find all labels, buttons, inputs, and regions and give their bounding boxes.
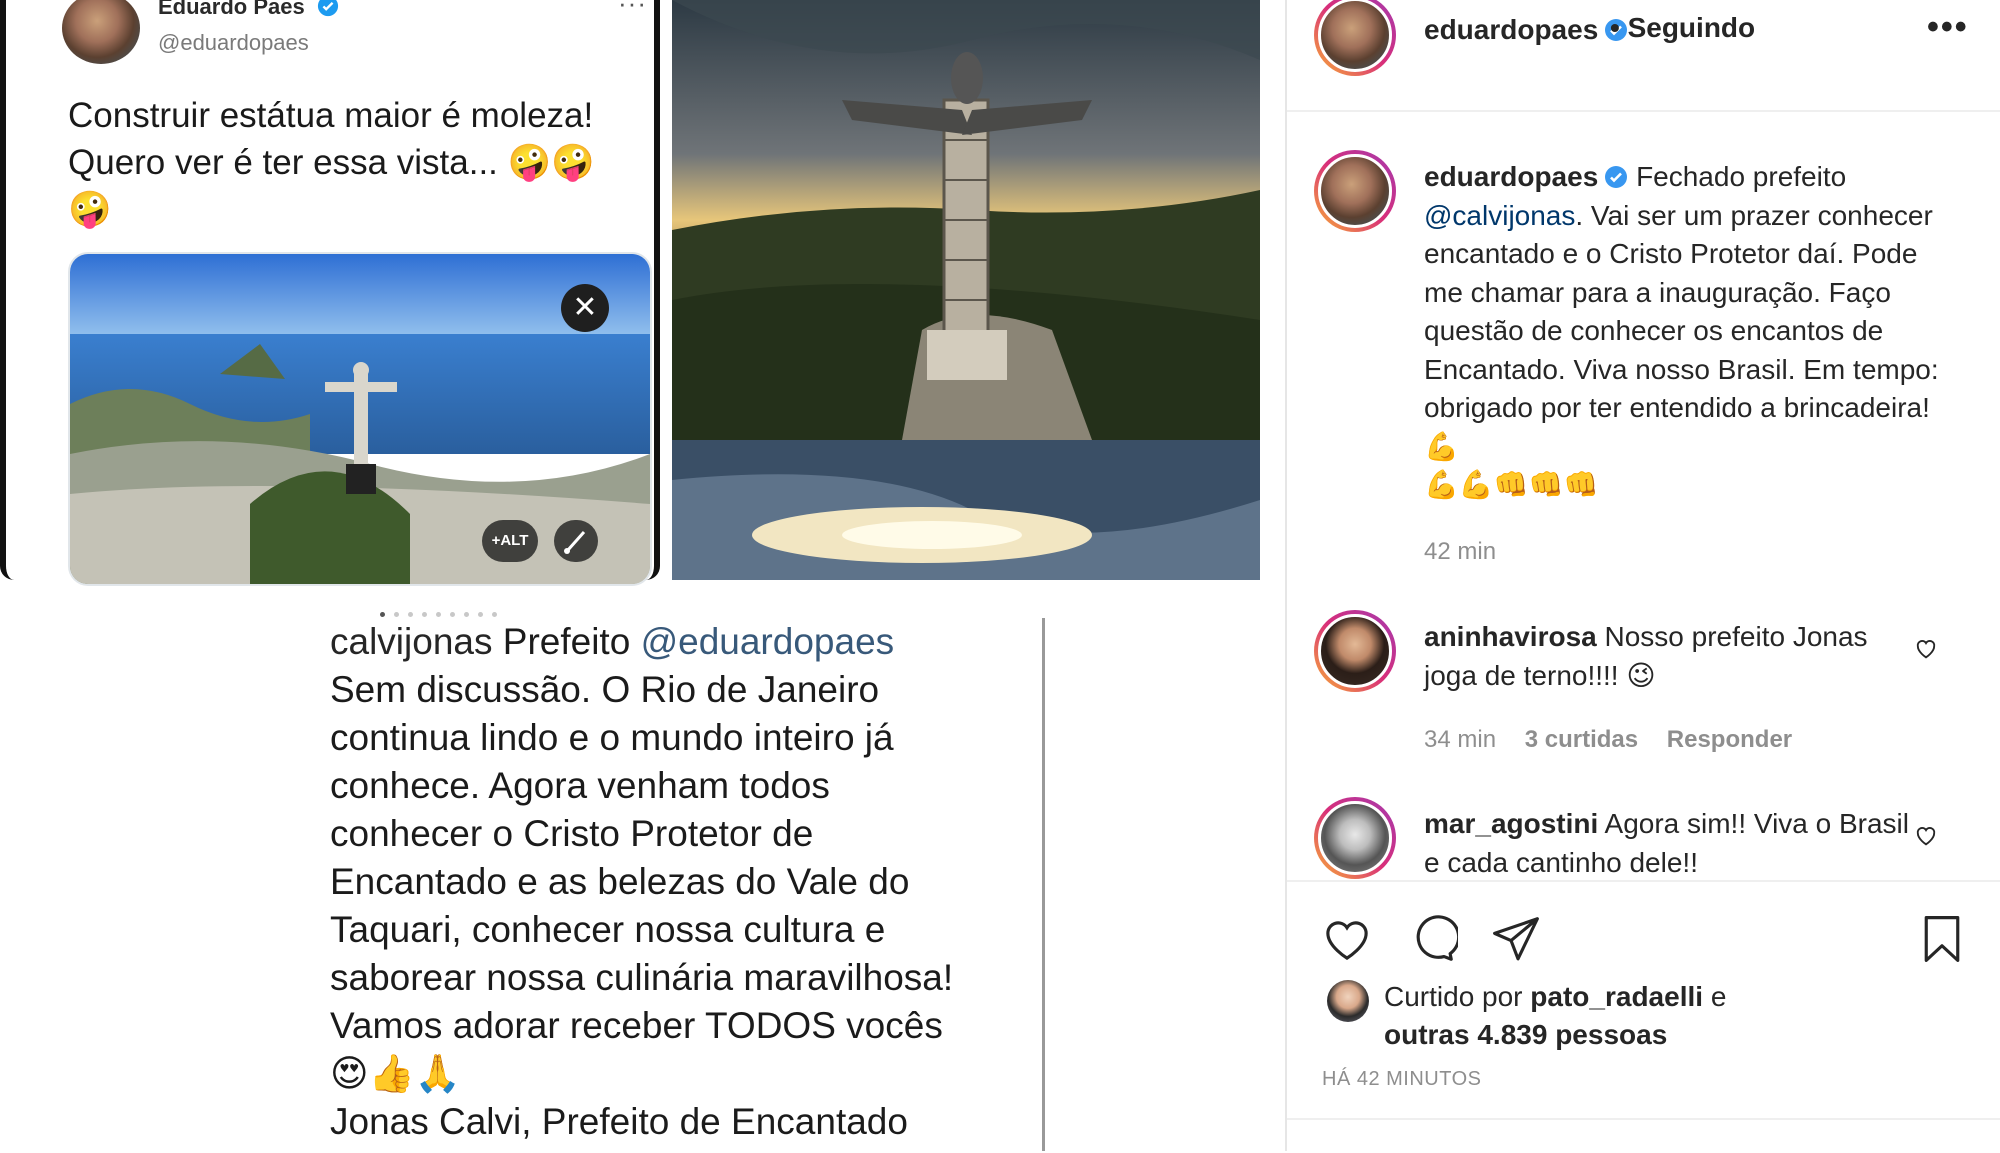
header-avatar[interactable]	[1314, 0, 1396, 76]
liker-username[interactable]: pato_radaelli	[1530, 981, 1703, 1012]
comment-text: mar_agostini Agora sim!! Viva o Brasil e…	[1424, 805, 1924, 880]
divider	[1287, 1118, 2000, 1120]
screenshot-line: Taquari, conhecer nossa cultura e	[330, 909, 886, 950]
more-icon: ···	[618, 0, 647, 18]
likes-count-link[interactable]: outras 4.839 pessoas	[1384, 1019, 1667, 1050]
post-header: eduardopaes • Seguindo •••	[1287, 0, 2000, 112]
likes-prefix: Curtido por	[1384, 981, 1523, 1012]
comment-username[interactable]: aninhavirosa	[1424, 621, 1597, 652]
tweet-text-line: Quero ver é ter essa vista... 🤪🤪	[68, 143, 595, 182]
post-caption: eduardopaes Fechado prefeito @calvijonas…	[1424, 158, 1944, 505]
reply-button[interactable]: Responder	[1667, 726, 1792, 753]
tweet-screenshot: Eduardo Paes @eduardopaes ··· Construir …	[0, 0, 660, 586]
sunset-photo	[672, 440, 1260, 580]
post-media[interactable]: Eduardo Paes @eduardopaes ··· Construir …	[0, 0, 1285, 1151]
caption-body: . Vai ser um prazer conhecer encantado e…	[1424, 199, 1939, 462]
screenshot-line: Vamos adorar receber TODOS vocês	[330, 1005, 943, 1046]
save-bookmark-icon[interactable]	[1915, 910, 1969, 968]
comment-username[interactable]: mar_agostini	[1424, 808, 1598, 839]
screenshot-line: saborear nossa culinária maravilhosa!	[330, 957, 954, 998]
post-timestamp: HÁ 42 MINUTOS	[1322, 1068, 1482, 1090]
follow-status-button[interactable]: • Seguindo	[1610, 12, 1755, 44]
instagram-comment-screenshot: calvijonas Prefeito @eduardopaes Sem dis…	[330, 618, 1045, 1151]
close-icon: ✕	[561, 284, 609, 332]
tweet-text-line: Construir estátua maior é moleza!	[68, 96, 594, 135]
more-options-icon[interactable]: •••	[1927, 8, 1969, 47]
likes-conjunction: e	[1710, 981, 1727, 1012]
caption-username[interactable]: eduardopaes	[1424, 161, 1598, 192]
screenshot-username: calvijonas	[330, 621, 493, 662]
screenshot-line: Sem discussão. O Rio de Janeiro	[330, 669, 880, 710]
tweet-text-line: 🤪	[68, 190, 112, 229]
header-username[interactable]: eduardopaes	[1424, 14, 1628, 46]
screenshot-line: conhece. Agora venham todos	[330, 765, 830, 806]
tweet-author-name: Eduardo Paes	[158, 0, 339, 20]
caption-mention-link[interactable]: @calvijonas	[1424, 200, 1575, 231]
tweet-author-handle: @eduardopaes	[158, 30, 309, 55]
tweet-text: Construir estátua maior é moleza! Quero …	[68, 92, 658, 233]
comment-avatar[interactable]	[1314, 610, 1396, 692]
comment-row: mar_agostini Agora sim!! Viva o Brasil e…	[1287, 780, 2000, 880]
screenshot-line: continua lindo e o mundo inteiro já	[330, 717, 894, 758]
comment-avatar[interactable]	[1314, 797, 1396, 879]
comment-icon[interactable]	[1404, 912, 1458, 966]
caption-lead: Fechado prefeito	[1636, 161, 1847, 192]
screenshot-mention: @eduardopaes	[640, 621, 895, 662]
caption-avatar[interactable]	[1314, 150, 1396, 232]
brush-icon	[554, 520, 598, 562]
caption-timestamp: 42 min	[1424, 538, 1497, 565]
verified-badge-icon	[1605, 166, 1628, 188]
screenshot-line: 😍👍🙏	[330, 1053, 461, 1094]
screenshot-word: Prefeito	[502, 621, 631, 662]
post-side-panel: eduardopaes • Seguindo ••• eduardopaes F…	[1285, 0, 2000, 1151]
comment-text: aninhavirosa Nosso prefeito Jonas joga d…	[1424, 618, 1924, 695]
screenshot-line: conhecer o Cristo Protetor de	[330, 813, 814, 854]
comment-like-heart-icon[interactable]	[1912, 821, 1940, 849]
caption-emojis: 💪💪👊👊👊	[1424, 469, 1599, 500]
share-send-icon[interactable]	[1489, 912, 1543, 966]
comment-likes-link[interactable]: 3 curtidas	[1525, 726, 1638, 753]
comment-meta: 34 min 3 curtidas Responder	[1424, 726, 1792, 754]
statue-photo	[672, 0, 1260, 440]
screenshot-line: Encantado e as belezas do Vale do	[330, 861, 910, 902]
tweet-avatar	[62, 0, 140, 64]
comment-like-heart-icon[interactable]	[1912, 634, 1940, 662]
screenshot-comment-text: calvijonas Prefeito @eduardopaes Sem dis…	[330, 618, 1030, 1146]
like-heart-icon[interactable]	[1320, 912, 1374, 966]
liker-avatar[interactable]	[1327, 980, 1369, 1022]
likes-summary: Curtido por pato_radaelli e outras 4.839…	[1384, 978, 1944, 1054]
screenshot-line: Jonas Calvi, Prefeito de Encantado	[330, 1101, 908, 1142]
alt-badge: +ALT	[482, 520, 538, 562]
verified-badge-icon	[317, 0, 338, 17]
comment-time: 34 min	[1424, 726, 1497, 753]
